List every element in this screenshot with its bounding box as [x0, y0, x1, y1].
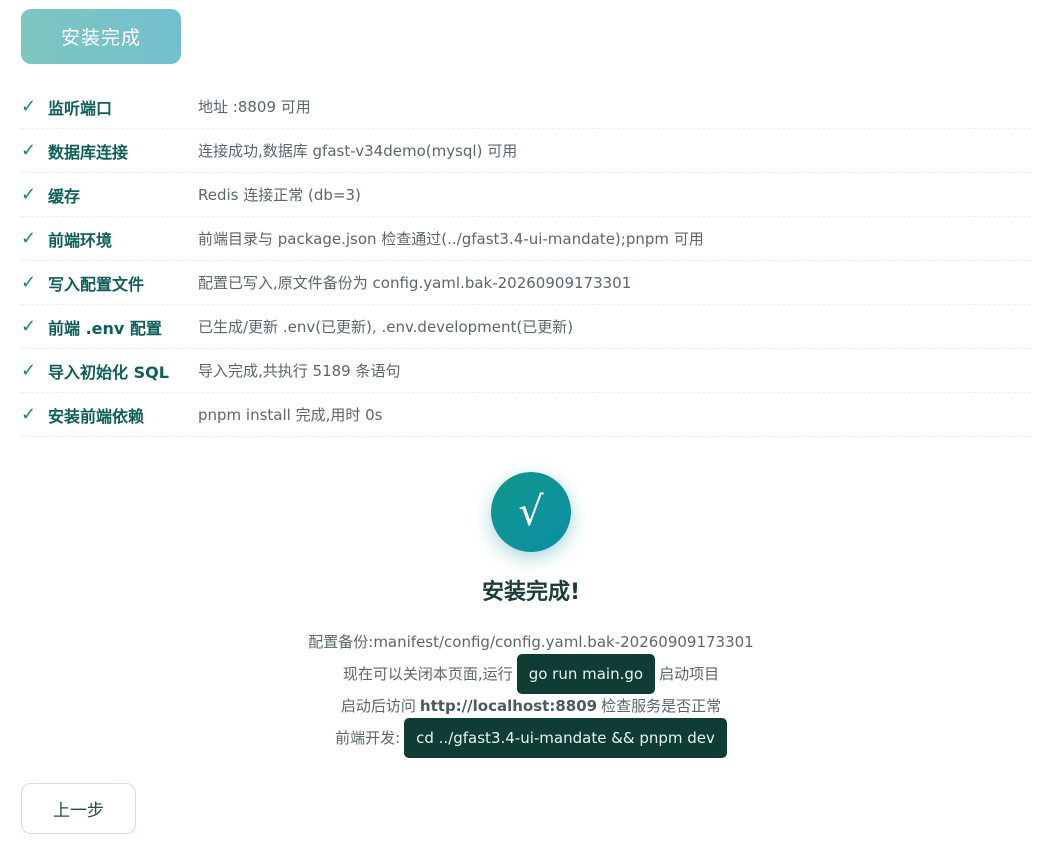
- check-value: 配置已写入,原文件备份为 config.yaml.bak-20260909173…: [198, 274, 632, 292]
- check-icon: ✓: [21, 316, 37, 337]
- check-label: 缓存: [48, 186, 81, 206]
- check-row-import-sql: ✓ 导入初始化 SQL 导入完成,共执行 5189 条语句: [21, 349, 1031, 393]
- check-label: 导入初始化 SQL: [48, 362, 169, 382]
- check-row-database: ✓ 数据库连接 连接成功,数据库 gfast-v34demo(mysql) 可用: [21, 129, 1031, 173]
- frontend-command-code: cd ../gfast3.4-ui-mandate && pnpm dev: [404, 718, 727, 758]
- visit-prefix: 启动后访问: [340, 697, 416, 715]
- run-command-code: go run main.go: [516, 654, 656, 694]
- check-list: ✓ 监听端口 地址 :8809 可用 ✓ 数据库连接 连接成功,数据库 gfas…: [21, 85, 1031, 437]
- success-section: √ 安装完成! 配置备份:manifest/config/config.yaml…: [0, 472, 1062, 758]
- check-value: Redis 连接正常 (db=3): [198, 186, 361, 204]
- frontend-prefix: 前端开发:: [335, 729, 401, 747]
- check-label: 监听端口: [48, 98, 113, 118]
- check-value: 已生成/更新 .env(已更新), .env.development(已更新): [198, 318, 574, 336]
- check-value: pnpm install 完成,用时 0s: [198, 406, 383, 424]
- check-icon: ✓: [21, 360, 37, 381]
- check-icon: ✓: [21, 140, 37, 161]
- frontend-line: 前端开发: cd ../gfast3.4-ui-mandate && pnpm …: [0, 718, 1062, 758]
- check-row-dotenv: ✓ 前端 .env 配置 已生成/更新 .env(已更新), .env.deve…: [21, 305, 1031, 349]
- check-value: 地址 :8809 可用: [198, 98, 311, 116]
- check-icon: ✓: [21, 228, 37, 249]
- check-value: 导入完成,共执行 5189 条语句: [198, 362, 401, 380]
- check-label: 数据库连接: [48, 142, 129, 162]
- check-value: 连接成功,数据库 gfast-v34demo(mysql) 可用: [198, 142, 518, 160]
- check-label: 前端环境: [48, 230, 113, 250]
- check-row-write-config: ✓ 写入配置文件 配置已写入,原文件备份为 config.yaml.bak-20…: [21, 261, 1031, 305]
- run-prefix: 现在可以关闭本页面,运行: [342, 665, 513, 683]
- check-value: 前端目录与 package.json 检查通过(../gfast3.4-ui-m…: [198, 230, 704, 248]
- check-row-frontend-env: ✓ 前端环境 前端目录与 package.json 检查通过(../gfast3…: [21, 217, 1031, 261]
- check-row-listen-port: ✓ 监听端口 地址 :8809 可用: [21, 85, 1031, 129]
- check-icon: ✓: [21, 272, 37, 293]
- check-icon: ✓: [21, 96, 37, 117]
- success-check-icon: √: [491, 472, 571, 552]
- check-label: 前端 .env 配置: [48, 318, 162, 338]
- check-label: 安装前端依赖: [48, 406, 145, 426]
- check-row-cache: ✓ 缓存 Redis 连接正常 (db=3): [21, 173, 1031, 217]
- check-icon: ✓: [21, 184, 37, 205]
- run-line: 现在可以关闭本页面,运行 go run main.go 启动项目: [0, 654, 1062, 694]
- check-row-frontend-deps: ✓ 安装前端依赖 pnpm install 完成,用时 0s: [21, 393, 1031, 437]
- success-title: 安装完成!: [481, 580, 581, 605]
- install-complete-button[interactable]: 安装完成: [21, 9, 181, 64]
- check-label: 写入配置文件: [48, 274, 145, 294]
- success-info: 配置备份:manifest/config/config.yaml.bak-202…: [0, 626, 1062, 758]
- install-panel: 安装完成 ✓ 监听端口 地址 :8809 可用 ✓ 数据库连接 连接成功,数据库…: [21, 9, 1031, 437]
- previous-step-button[interactable]: 上一步: [21, 783, 136, 834]
- check-icon: ✓: [21, 404, 37, 425]
- run-suffix: 启动项目: [659, 665, 720, 683]
